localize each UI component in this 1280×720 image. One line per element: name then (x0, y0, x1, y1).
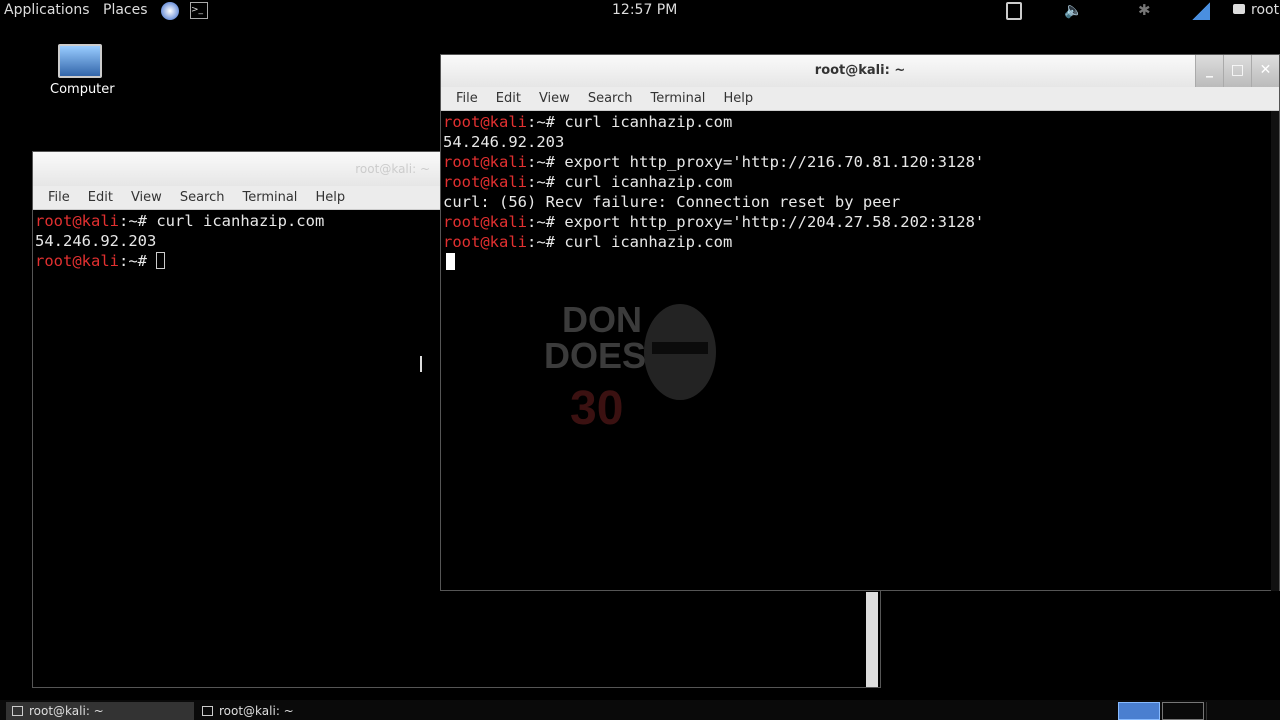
volume-muted-icon[interactable]: 🔈 (1064, 1, 1083, 19)
terminal-line: root@kali:~# curl icanhazip.com (443, 112, 1277, 132)
workspace-1[interactable] (1118, 702, 1160, 720)
task-terminal-2[interactable]: root@kali: ~ (196, 702, 346, 720)
text-cursor (446, 253, 455, 270)
prompt: root@kali (35, 212, 119, 230)
menu-edit[interactable]: Edit (79, 190, 122, 205)
menu-file[interactable]: File (447, 91, 487, 106)
menu-view[interactable]: View (530, 91, 579, 106)
terminal-line (443, 252, 1277, 272)
command: :~# (119, 252, 157, 270)
maximize-button[interactable]: □ (1223, 55, 1251, 87)
computer-icon (58, 44, 102, 78)
window-title: root@kali: ~ (814, 63, 906, 78)
menu-terminal[interactable]: Terminal (641, 91, 714, 106)
terminal-output[interactable]: root@kali:~# curl icanhazip.com 54.246.92… (441, 111, 1279, 273)
svg-text:DON: DON (562, 299, 642, 340)
menu-file[interactable]: File (39, 190, 79, 205)
watermark-logo: DON DOES 30 (542, 292, 742, 435)
terminal-icon (12, 706, 23, 716)
terminal-line: root@kali:~# export http_proxy='http://2… (443, 152, 1277, 172)
prompt: root@kali (443, 233, 527, 251)
prompt: root@kali (443, 173, 527, 191)
user-menu[interactable]: root (1251, 2, 1279, 18)
prompt: root@kali (443, 113, 527, 131)
command: :~# export http_proxy='http://216.70.81.… (527, 153, 985, 171)
terminal-line: root@kali:~# curl icanhazip.com (443, 232, 1277, 252)
places-menu[interactable]: Places (103, 2, 148, 18)
workspace-3[interactable] (1206, 702, 1242, 720)
svg-text:DOES: DOES (544, 335, 646, 376)
window-title: root@kali: ~ (355, 162, 430, 176)
menu-help[interactable]: Help (714, 91, 762, 106)
command: :~# curl icanhazip.com (527, 233, 733, 251)
applications-menu[interactable]: Applications (4, 2, 90, 18)
prompt: root@kali (443, 153, 527, 171)
computer-label: Computer (50, 82, 115, 97)
network-signal-icon[interactable] (1192, 2, 1210, 20)
clock[interactable]: 12:57 PM (612, 2, 677, 18)
workspace-2[interactable] (1162, 702, 1204, 720)
menu-help[interactable]: Help (306, 190, 354, 205)
terminal-icon (202, 706, 213, 716)
chat-icon[interactable] (1233, 4, 1245, 14)
terminal-icon[interactable]: >_ (190, 2, 208, 19)
battery-icon[interactable] (1006, 2, 1022, 20)
bluetooth-off-icon[interactable]: ✱ (1138, 1, 1151, 19)
taskbar: root@kali: ~ root@kali: ~ (0, 700, 1280, 720)
terminal-line: root@kali:~# export http_proxy='http://2… (443, 212, 1277, 232)
task-terminal-1[interactable]: root@kali: ~ (6, 702, 194, 720)
command: :~# curl icanhazip.com (527, 113, 733, 131)
browser-icon[interactable] (161, 2, 179, 20)
mouse-ibeam-cursor (420, 356, 422, 372)
prompt: root@kali (35, 252, 119, 270)
menu-bar: File Edit View Search Terminal Help (441, 87, 1279, 111)
top-panel: Applications Places >_ 12:57 PM 🔈 ✱ root (0, 0, 1280, 22)
title-bar[interactable]: root@kali: ~ _ □ ✕ (441, 55, 1279, 87)
menu-edit[interactable]: Edit (487, 91, 530, 106)
command: :~# curl icanhazip.com (119, 212, 325, 230)
command: :~# curl icanhazip.com (527, 173, 733, 191)
menu-terminal[interactable]: Terminal (233, 190, 306, 205)
menu-view[interactable]: View (122, 190, 171, 205)
menu-search[interactable]: Search (171, 190, 234, 205)
prompt: root@kali (443, 213, 527, 231)
text-cursor (156, 252, 166, 269)
close-button[interactable]: ✕ (1251, 55, 1279, 87)
terminal-line: curl: (56) Recv failure: Connection rese… (443, 193, 901, 211)
menu-search[interactable]: Search (579, 91, 642, 106)
desktop-icon-computer[interactable]: Computer (50, 44, 115, 97)
scrollbar[interactable] (1271, 111, 1279, 591)
minimize-button[interactable]: _ (1195, 55, 1223, 87)
svg-text:30: 30 (570, 382, 623, 432)
scrollbar[interactable] (866, 592, 878, 687)
terminal-line: 54.246.92.203 (443, 133, 565, 151)
terminal-line: root@kali:~# curl icanhazip.com (443, 172, 1277, 192)
command: :~# export http_proxy='http://204.27.58.… (527, 213, 985, 231)
task-label: root@kali: ~ (29, 704, 104, 718)
watermark-logo-image: DON DOES 30 (544, 299, 716, 435)
task-label: root@kali: ~ (219, 704, 294, 718)
